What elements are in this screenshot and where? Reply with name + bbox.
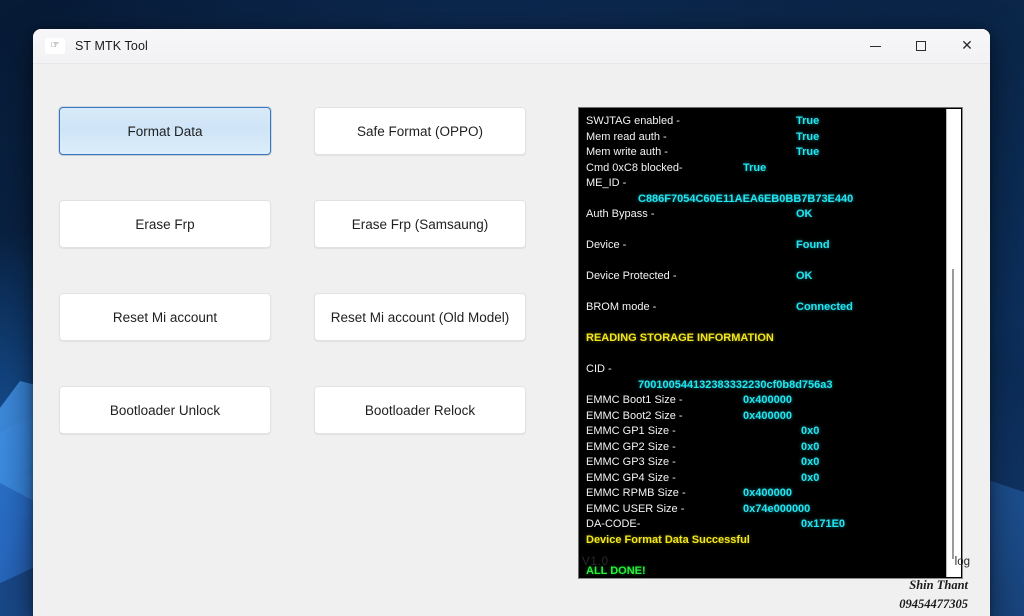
console-line: 700100544132383332230cf0b8d756a3 <box>586 378 956 394</box>
console-line-label: SWJTAG enabled - <box>586 115 680 127</box>
console-line-label: EMMC GP3 Size - <box>586 456 676 468</box>
console-line-value: 0x0 <box>801 425 820 437</box>
console-line-label: EMMC GP2 Size - <box>586 440 676 453</box>
console-line: Mem read auth - True <box>586 130 956 146</box>
console-line-value: 700100544132383332230cf0b8d756a3 <box>638 378 833 391</box>
bootloader-unlock-button[interactable]: Bootloader Unlock <box>59 386 271 434</box>
console-line-value: True <box>796 130 820 143</box>
console-panel: SWJTAG enabled - True Mem read auth - True M… <box>578 64 990 616</box>
console-line-value: Connected <box>796 301 853 313</box>
console-line-label: EMMC GP4 Size - <box>586 471 676 484</box>
console-line-label: ALL DONE! <box>586 564 646 577</box>
console-line-value: True <box>796 146 820 158</box>
console-line: EMMC GP4 Size - 0x0 <box>586 471 956 487</box>
console-line-label: Device - <box>586 239 627 251</box>
console-line-value: 0x0 <box>801 456 820 468</box>
safe-format-oppo-button[interactable]: Safe Format (OPPO) <box>314 107 526 155</box>
console-line-value: 0x400000 <box>743 487 792 499</box>
console-line-label: READING STORAGE INFORMATION <box>586 332 774 344</box>
reset-mi-account-old-button[interactable]: Reset Mi account (Old Model) <box>314 293 526 341</box>
console-line-label: Mem write auth - <box>586 146 668 158</box>
console-line-value: 0x74e000000 <box>743 502 811 515</box>
console-line-label: EMMC GP1 Size - <box>586 425 676 437</box>
console-line: Auth Bypass - OK <box>586 207 956 223</box>
reset-mi-account-button[interactable]: Reset Mi account <box>59 293 271 341</box>
console-scrollbar[interactable] <box>946 109 961 577</box>
console-line: ALL DONE! <box>586 564 956 579</box>
console-line: EMMC GP3 Size - 0x0 <box>586 455 956 471</box>
console-line-value: C886F7054C60E11AEA6EB0BB7B73E440 <box>638 192 854 205</box>
console-line: Cmd 0xC8 blocked- True <box>586 161 956 177</box>
close-icon[interactable]: ✕ <box>944 29 990 64</box>
erase-frp-samsung-button[interactable]: Erase Frp (Samsaung) <box>314 200 526 248</box>
minimize-icon[interactable] <box>852 29 898 64</box>
console-line-label: DA-CODE- <box>586 518 641 530</box>
action-button-panel: Format Data Safe Format (OPPO) Erase Frp… <box>33 64 578 616</box>
erase-frp-button[interactable]: Erase Frp <box>59 200 271 248</box>
window-title: ST MTK Tool <box>75 39 148 53</box>
console-line-label: Auth Bypass - <box>586 208 655 220</box>
format-data-button[interactable]: Format Data <box>59 107 271 155</box>
console-line-label: CID - <box>586 363 612 375</box>
console-line: Device Format Data Successful <box>586 533 956 549</box>
console-line: READING STORAGE INFORMATION <box>586 331 956 347</box>
console-line-value: True <box>796 115 820 127</box>
console-line: BROM mode - Connected <box>586 300 956 316</box>
console-line-value: Found <box>796 239 830 251</box>
console-line-value: 0x0 <box>801 471 820 484</box>
app-icon: ☞ <box>45 38 65 54</box>
console-line-value: 0x400000 <box>743 394 792 406</box>
console-line-label: EMMC RPMB Size - <box>586 487 686 499</box>
maximize-icon[interactable] <box>898 29 944 64</box>
console-output-box: SWJTAG enabled - True Mem read auth - True M… <box>578 107 963 579</box>
console-line-label: Mem read auth - <box>586 130 667 143</box>
console-line: C886F7054C60E11AEA6EB0BB7B73E440 <box>586 192 956 208</box>
console-line-value: 0x171E0 <box>801 518 846 530</box>
title-bar[interactable]: ☞ ST MTK Tool ✕ <box>33 29 990 64</box>
console-scrollbar-thumb[interactable] <box>952 269 954 559</box>
console-line: EMMC RPMB Size - 0x400000 <box>586 486 956 502</box>
console-line: Device - Found <box>586 238 956 254</box>
console-line-value: 0x400000 <box>743 409 792 422</box>
desktop-background: ☞ ST MTK Tool ✕ Format Data Safe Format … <box>0 0 1024 616</box>
console-line-label: Cmd 0xC8 blocked- <box>586 161 683 174</box>
main-content: Format Data Safe Format (OPPO) Erase Frp… <box>33 64 990 616</box>
console-line-label: ME_ID - <box>586 177 627 189</box>
console-line-value: OK <box>796 270 813 282</box>
console-line-label: BROM mode - <box>586 301 657 313</box>
console-line: Mem write auth - True <box>586 145 956 161</box>
console-line-label: Device Format Data Successful <box>586 533 750 546</box>
console-line-value: 0x0 <box>801 440 820 453</box>
console-line: EMMC GP2 Size - 0x0 <box>586 440 956 456</box>
console-line: EMMC Boot2 Size - 0x400000 <box>586 409 956 425</box>
console-line: EMMC USER Size - 0x74e000000 <box>586 502 956 518</box>
console-line-value: True <box>743 161 767 174</box>
console-line: Device Protected - OK <box>586 269 956 285</box>
console-line: DA-CODE- 0x171E0 <box>586 517 956 533</box>
console-line: EMMC GP1 Size - 0x0 <box>586 424 956 440</box>
console-line: ME_ID - <box>586 176 956 192</box>
console-output: SWJTAG enabled - True Mem read auth - True M… <box>579 108 962 578</box>
app-window: ☞ ST MTK Tool ✕ Format Data Safe Format … <box>33 29 990 616</box>
console-line: SWJTAG enabled - True <box>586 114 956 130</box>
console-line-label: Device Protected - <box>586 270 677 282</box>
console-line-label: EMMC USER Size - <box>586 502 685 515</box>
console-line: EMMC Boot1 Size - 0x400000 <box>586 393 956 409</box>
bootloader-relock-button[interactable]: Bootloader Relock <box>314 386 526 434</box>
window-controls: ✕ <box>852 29 990 64</box>
console-line: CID - <box>586 362 956 378</box>
log-link[interactable]: log <box>955 556 970 568</box>
console-line-value: OK <box>796 208 813 220</box>
console-line-label: EMMC Boot1 Size - <box>586 394 683 406</box>
console-line-label: EMMC Boot2 Size - <box>586 409 683 422</box>
